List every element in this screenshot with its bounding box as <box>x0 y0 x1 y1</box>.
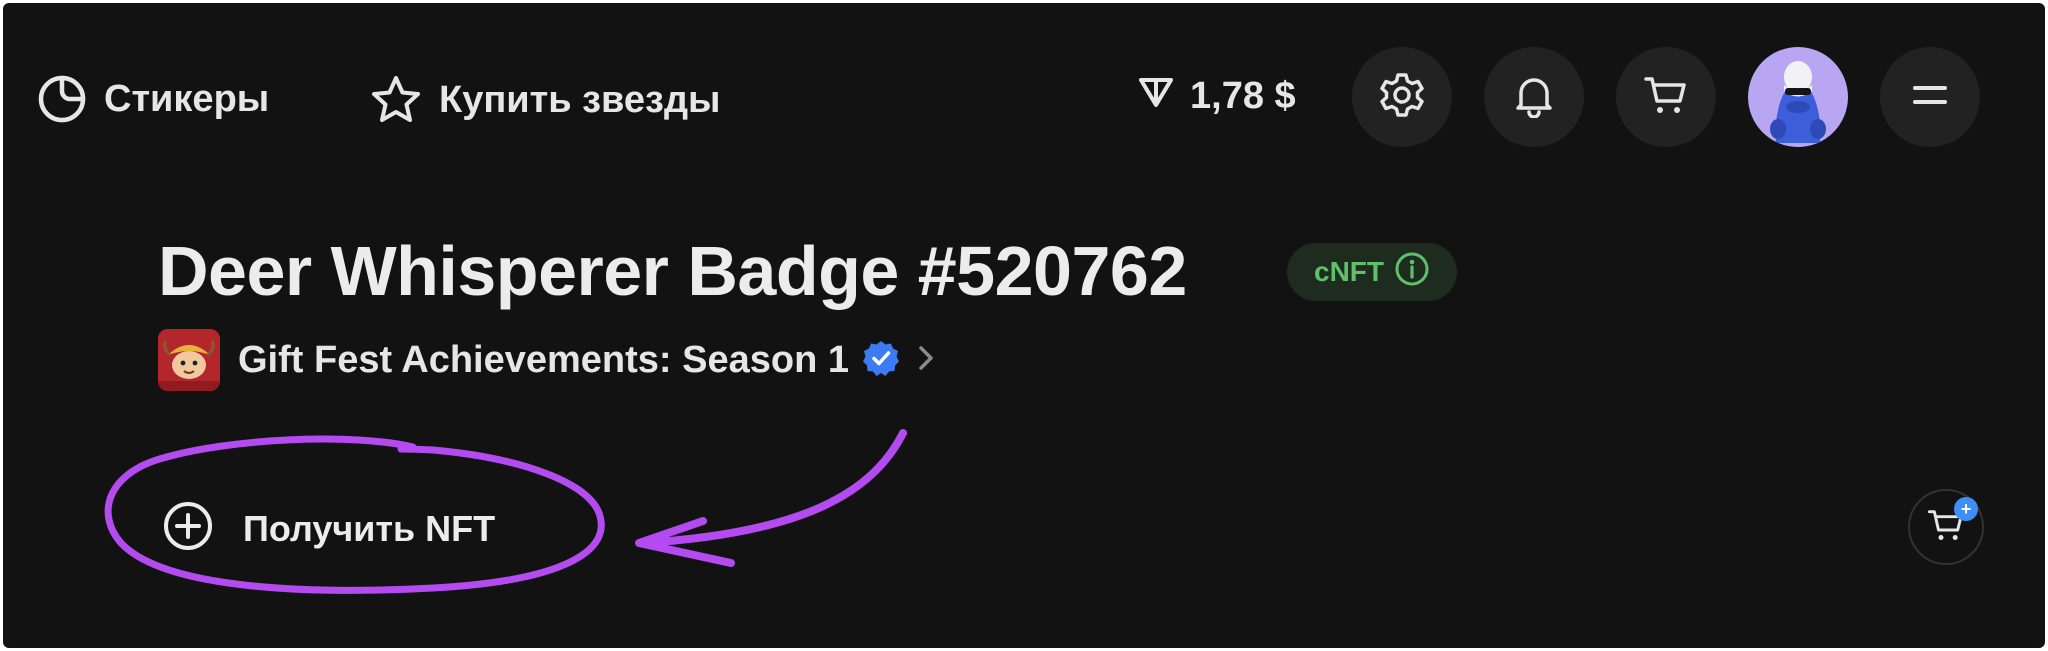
star-icon <box>369 73 423 127</box>
screenshot-frame: Стикеры Купить звезды 1,78 $ Deer Whispe… <box>0 0 2048 651</box>
cart-icon <box>1642 71 1690 124</box>
ton-icon <box>1136 71 1176 121</box>
sticker-icon <box>36 73 88 125</box>
nav-stickers[interactable]: Стикеры <box>36 73 269 125</box>
settings-button[interactable] <box>1352 47 1452 147</box>
nav-buy-stars[interactable]: Купить звезды <box>369 73 721 127</box>
chevron-right-icon <box>913 341 939 380</box>
collection-name: Gift Fest Achievements: Season 1 <box>238 338 850 381</box>
nav-buy-stars-label: Купить звезды <box>439 78 721 121</box>
cart-add-badge: + <box>1954 497 1978 521</box>
hamburger-icon <box>1910 75 1950 120</box>
annotation-arrow <box>639 429 907 547</box>
add-to-cart-button[interactable]: + <box>1908 489 1984 565</box>
get-nft-label: Получить NFT <box>243 507 496 549</box>
info-icon <box>1394 251 1430 294</box>
user-avatar[interactable] <box>1748 47 1848 147</box>
gear-icon <box>1378 71 1426 124</box>
bell-icon <box>1511 72 1557 123</box>
nft-title: Deer Whisperer Badge #520762 <box>158 232 1187 310</box>
nav-stickers-label: Стикеры <box>104 77 270 120</box>
avatar-image <box>1770 61 1826 143</box>
wallet-balance[interactable]: 1,78 $ <box>1136 71 1296 121</box>
nft-type-badge[interactable]: cNFT <box>1287 243 1457 301</box>
collection-link[interactable]: Gift Fest Achievements: Season 1 <box>158 329 939 391</box>
app-window: Стикеры Купить звезды 1,78 $ Deer Whispe… <box>3 3 2045 648</box>
plus-circle-icon <box>161 499 215 558</box>
verified-icon <box>861 338 901 383</box>
collection-thumbnail <box>158 329 220 391</box>
cart-button[interactable] <box>1616 47 1716 147</box>
menu-button[interactable] <box>1880 47 1980 147</box>
notifications-button[interactable] <box>1484 47 1584 147</box>
annotation-arrowhead <box>635 517 735 567</box>
get-nft-button[interactable]: Получить NFT <box>161 499 495 558</box>
nft-type-label: cNFT <box>1314 256 1384 287</box>
balance-value: 1,78 $ <box>1190 74 1296 117</box>
